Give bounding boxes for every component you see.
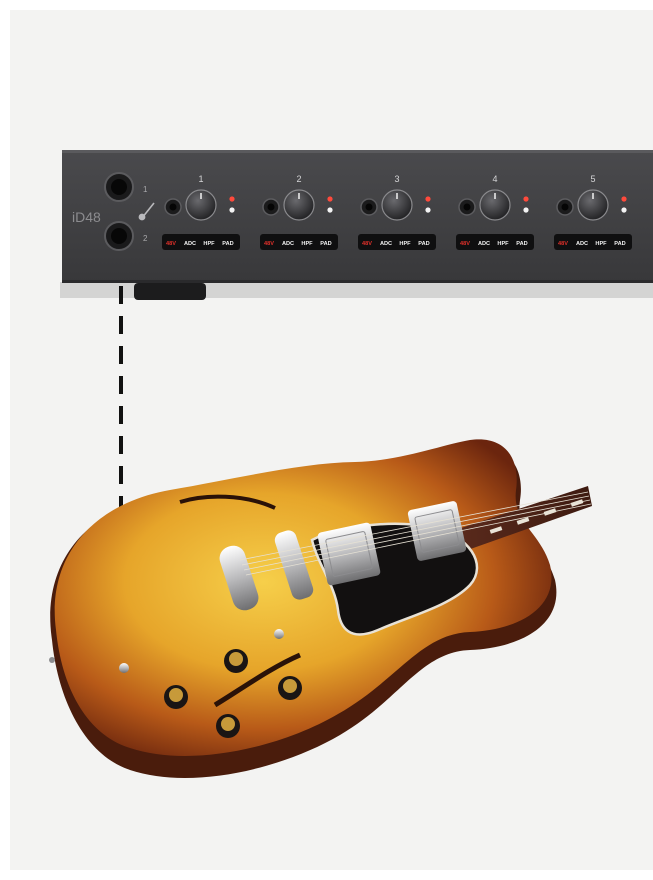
device-top-edge [62, 150, 653, 153]
audio-interface: iD48 1 2 1 48V ADC HPF PAD 2 48V ADC HPF PAD 3 48V A… [60, 150, 653, 300]
led-icon [621, 207, 627, 213]
pad-button[interactable]: PAD [320, 241, 331, 247]
xlr-jack-icon[interactable] [164, 198, 182, 216]
strap-button [49, 657, 55, 663]
led-icon [523, 196, 529, 202]
gain-knob-icon[interactable] [185, 189, 217, 221]
channel-number: 2 [296, 174, 301, 184]
xlr-jack-icon[interactable] [556, 198, 574, 216]
pad-button[interactable]: PAD [516, 241, 527, 247]
led-icon [327, 196, 333, 202]
adc-button[interactable]: ADC [478, 241, 490, 247]
led-icon [229, 196, 235, 202]
xlr-jack-icon[interactable] [104, 172, 134, 202]
led-icon [327, 207, 333, 213]
led-icon [621, 196, 627, 202]
guitar [49, 439, 592, 778]
channel-number: 5 [590, 174, 595, 184]
phantom-button[interactable]: 48V [362, 241, 372, 247]
gain-knob-icon[interactable] [381, 189, 413, 221]
xlr-jack-icon[interactable] [104, 221, 134, 251]
gain-knob-icon[interactable] [577, 189, 609, 221]
phantom-button[interactable]: 48V [166, 241, 176, 247]
volume-tone-knob [224, 649, 248, 673]
adc-button[interactable]: ADC [576, 241, 588, 247]
pad-button[interactable]: PAD [614, 241, 625, 247]
hpf-button[interactable]: HPF [399, 241, 411, 247]
device-foot [134, 283, 206, 300]
xlr-jack-icon[interactable] [360, 198, 378, 216]
hpf-button[interactable]: HPF [203, 241, 215, 247]
xlr-jack-icon[interactable] [262, 198, 280, 216]
volume-tone-knob [216, 714, 240, 738]
xlr-jack-icon[interactable] [458, 198, 476, 216]
phantom-button[interactable]: 48V [558, 241, 568, 247]
device-body [62, 150, 653, 283]
device-bottom-edge [62, 280, 653, 283]
led-icon [425, 196, 431, 202]
volume-tone-knob [278, 676, 302, 700]
phantom-button[interactable]: 48V [460, 241, 470, 247]
pad-button[interactable]: PAD [222, 241, 233, 247]
input-number-2: 2 [143, 234, 148, 243]
illustration-canvas: iD48 1 2 1 48V ADC HPF PAD 2 48V ADC HPF PAD 3 48V A… [49, 150, 653, 778]
product-illustration: iD48 1 2 1 48V ADC HPF PAD 2 48V ADC HPF PAD 3 48V A… [0, 0, 653, 880]
pad-button[interactable]: PAD [418, 241, 429, 247]
phantom-button[interactable]: 48V [264, 241, 274, 247]
channel-number: 3 [394, 174, 399, 184]
led-icon [229, 207, 235, 213]
adc-button[interactable]: ADC [380, 241, 392, 247]
led-icon [425, 207, 431, 213]
led-icon [523, 207, 529, 213]
adc-button[interactable]: ADC [282, 241, 294, 247]
input-number-1: 1 [143, 185, 148, 194]
adc-button[interactable]: ADC [184, 241, 196, 247]
gain-knob-icon[interactable] [283, 189, 315, 221]
channel-number: 1 [198, 174, 203, 184]
output-jack [119, 663, 129, 673]
toggle-switch [274, 629, 284, 639]
hpf-button[interactable]: HPF [595, 241, 607, 247]
hpf-button[interactable]: HPF [301, 241, 313, 247]
channel-number: 4 [492, 174, 497, 184]
gain-knob-icon[interactable] [479, 189, 511, 221]
brand-logo: iD48 [72, 209, 101, 225]
hpf-button[interactable]: HPF [497, 241, 509, 247]
volume-tone-knob [164, 685, 188, 709]
